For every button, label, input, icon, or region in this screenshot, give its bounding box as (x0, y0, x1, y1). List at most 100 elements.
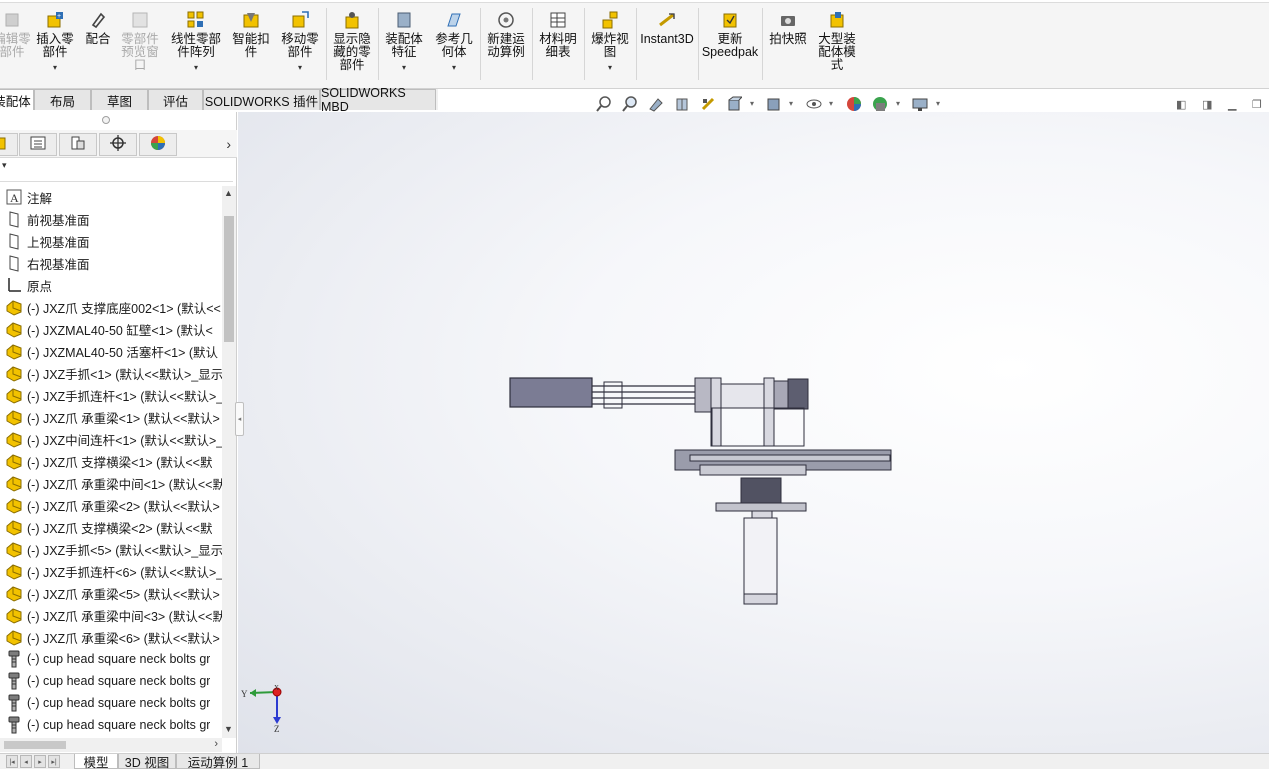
chevron-down-icon[interactable]: ▾ (750, 99, 754, 108)
tree-item-label: (-) JXZ爪 承重梁<1> (默认<<默认> (27, 411, 220, 426)
tree-item-label: (-) JXZ爪 支撑横梁<2> (默认<<默 (27, 521, 213, 536)
component-preview-button[interactable]: 零部件 预览窗 口 (118, 10, 162, 72)
tree-item[interactable]: (-) JXZ手抓连杆<1> (默认<<默认>_ (0, 384, 222, 406)
instant3d-button[interactable]: Instant3D (640, 10, 694, 46)
tree-filter[interactable]: ▾ (0, 160, 233, 182)
first-tab-icon[interactable]: |◂ (6, 755, 18, 768)
part-icon (4, 584, 24, 602)
smart-fastener-button[interactable]: 智能扣 件 (229, 10, 273, 59)
tree-item[interactable]: (-) JXZ爪 承重梁<5> (默认<<默认> (0, 582, 222, 604)
view-orientation-icon[interactable] (725, 96, 743, 112)
dynamic-annotation-icon[interactable] (699, 96, 717, 112)
tab-sketch[interactable]: 草图 (91, 89, 148, 110)
large-assembly-mode-button[interactable]: 大型装 配体模 式 (814, 10, 860, 72)
tab-layout[interactable]: 布局 (34, 89, 91, 110)
restore-left-icon[interactable]: ◧ (1176, 98, 1186, 111)
edit-component-button[interactable]: 编辑零 部件 (0, 10, 36, 59)
part-icon (4, 320, 24, 338)
scroll-thumb[interactable] (4, 741, 66, 749)
tree-item[interactable]: (-) JXZ爪 承重梁中间<3> (默认<<默 (0, 604, 222, 626)
tree-item[interactable]: (-) JXZMAL40-50 缸壁<1> (默认< (0, 318, 222, 340)
tree-item[interactable]: 右视基准面 (0, 252, 222, 274)
tree-item[interactable]: (-) JXZ爪 支撑横梁<1> (默认<<默 (0, 450, 222, 472)
tab-motion-study-1[interactable]: 运动算例 1 (176, 754, 260, 769)
tree-vertical-scrollbar[interactable]: ▲ ▼ (222, 186, 236, 738)
tree-item[interactable]: (-) cup head square neck bolts gr (0, 648, 222, 670)
configurationmanager-tab[interactable] (59, 133, 97, 156)
panel-grip-handle[interactable] (102, 116, 110, 124)
new-motion-study-button[interactable]: 新建运 动算例 (484, 10, 528, 59)
tree-item[interactable]: (-) JXZ中间连杆<1> (默认<<默认>_ (0, 428, 222, 450)
tree-item[interactable]: (-) JXZ手抓<1> (默认<<默认>_显示 (0, 362, 222, 384)
propertymanager-tab[interactable] (19, 133, 57, 156)
tree-item[interactable]: (-) JXZ爪 承重梁中间<1> (默认<<默 (0, 472, 222, 494)
update-speedpak-button[interactable]: 更新 Speedpak (702, 10, 758, 59)
chevron-down-icon[interactable]: ▾ (829, 99, 833, 108)
display-style-icon[interactable] (764, 96, 782, 112)
tab-assembly[interactable]: 装配体 (0, 89, 34, 110)
show-hidden-components-button[interactable]: 显示隐 藏的零 部件 (330, 10, 374, 72)
tree-item[interactable]: (-) JXZ爪 支撑横梁<2> (默认<<默 (0, 516, 222, 538)
hide-show-items-icon[interactable] (805, 96, 823, 112)
reference-geometry-button[interactable]: 参考几 何体 ▾ (432, 10, 476, 74)
tree-item[interactable]: 原点 (0, 274, 222, 296)
dimxpertmanager-tab[interactable] (99, 133, 137, 156)
mate-button[interactable]: 配合 (82, 10, 114, 46)
tree-item[interactable]: (-) JXZMAL40-50 活塞杆<1> (默认 (0, 340, 222, 362)
zoom-to-fit-icon[interactable] (595, 96, 613, 112)
tree-item[interactable]: (-) cup head square neck bolts gr (0, 714, 222, 736)
insert-component-button[interactable]: + 插入零 部件 ▾ (34, 10, 76, 74)
previous-tab-icon[interactable]: ◂ (20, 755, 32, 768)
motion-study-icon (496, 10, 516, 30)
scroll-right-icon[interactable]: › (214, 738, 218, 750)
next-tab-icon[interactable]: ▸ (34, 755, 46, 768)
tree-item[interactable]: 上视基准面 (0, 230, 222, 252)
tab-solidworks-mbd[interactable]: SOLIDWORKS MBD (320, 86, 436, 114)
minimize-icon[interactable]: ▁ (1228, 98, 1236, 111)
zoom-to-area-icon[interactable] (621, 96, 639, 112)
tab-solidworks-addins[interactable]: SOLIDWORKS 插件 (203, 89, 320, 110)
tab-evaluate[interactable]: 评估 (148, 89, 203, 110)
chevron-down-icon[interactable]: ▾ (896, 99, 900, 108)
tree-item[interactable]: (-) JXZ手抓连杆<6> (默认<<默认>_ (0, 560, 222, 582)
tab-3d-view[interactable]: 3D 视图 (118, 754, 176, 769)
move-component-button[interactable]: 移动零 部件 ▾ (278, 10, 322, 74)
tree-item[interactable]: 前视基准面 (0, 208, 222, 230)
edit-appearance-icon[interactable] (845, 96, 863, 112)
chevron-right-icon[interactable]: › (226, 136, 231, 152)
maximize-icon[interactable]: ❐ (1252, 98, 1262, 111)
displaymanager-tab[interactable] (139, 133, 177, 156)
snapshot-button[interactable]: 拍快照 (766, 10, 810, 46)
tree-item[interactable]: (-) JXZ爪 支撑底座002<1> (默认<< (0, 296, 222, 318)
chevron-down-icon[interactable]: ▾ (789, 99, 793, 108)
solidworks-window: 编辑零 部件 + 插入零 部件 ▾ 配合 零部件 预览窗 口 线性零部 件阵列 … (0, 0, 1269, 769)
tree-item[interactable]: (-) cup head square neck bolts gr (0, 692, 222, 714)
view-settings-icon[interactable] (911, 96, 929, 112)
previous-view-icon[interactable] (647, 96, 665, 112)
featuremanager-tab[interactable] (0, 133, 18, 156)
filter-dropdown-icon[interactable]: ▾ (2, 160, 7, 170)
section-view-icon[interactable] (673, 96, 691, 112)
tree-item[interactable]: (-) JXZ爪 承重梁<2> (默认<<默认> (0, 494, 222, 516)
graphics-area[interactable] (238, 112, 1269, 753)
tree-item[interactable]: (-) cup head square neck bolts gr (0, 670, 222, 692)
tree-item[interactable]: (-) JXZ手抓<5> (默认<<默认>_显示 (0, 538, 222, 560)
last-tab-icon[interactable]: ▸| (48, 755, 60, 768)
restore-right-icon[interactable]: ◨ (1202, 98, 1212, 111)
exploded-view-button[interactable]: 爆炸视 图 ▾ (588, 10, 632, 74)
scroll-up-icon[interactable]: ▲ (224, 188, 233, 198)
scroll-down-icon[interactable]: ▼ (224, 724, 233, 734)
panel-collapse-handle[interactable]: ◂ (235, 402, 244, 436)
tab-model[interactable]: 模型 (74, 754, 118, 769)
assembly-features-button[interactable]: 装配体 特征 ▾ (382, 10, 426, 74)
tree-item[interactable]: A 注解 (0, 186, 222, 208)
apply-scene-icon[interactable] (871, 96, 889, 112)
bill-of-materials-button[interactable]: 材料明 细表 (536, 10, 580, 59)
linear-pattern-button[interactable]: 线性零部 件阵列 ▾ (168, 10, 224, 74)
chevron-down-icon[interactable]: ▾ (936, 99, 940, 108)
tree-item[interactable]: (-) JXZ爪 承重梁<6> (默认<<默认> (0, 626, 222, 648)
tree-item-label: (-) JXZ中间连杆<1> (默认<<默认>_ (27, 433, 222, 448)
tree-item[interactable]: (-) JXZ爪 承重梁<1> (默认<<默认> (0, 406, 222, 428)
scroll-thumb[interactable] (224, 216, 234, 342)
tree-horizontal-scrollbar[interactable]: › (0, 738, 222, 752)
